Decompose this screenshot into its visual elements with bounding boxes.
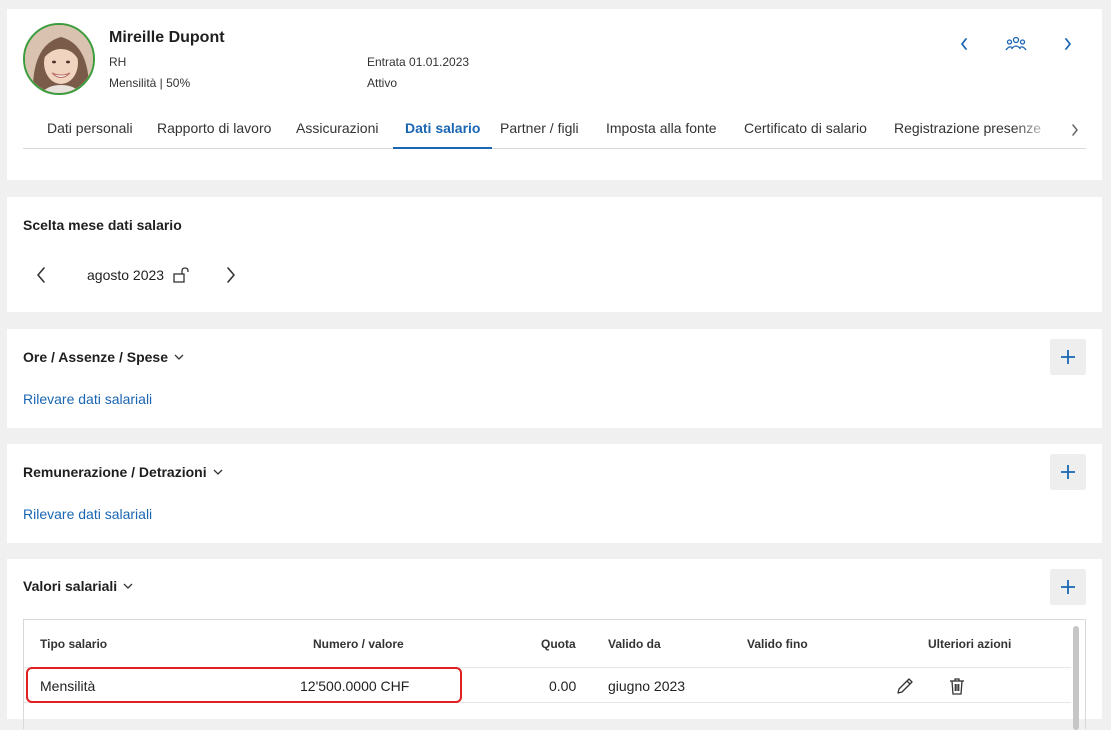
edit-row-button[interactable] (895, 676, 915, 696)
month-selection-section: Scelta mese dati salario agosto 2023 (7, 197, 1102, 312)
previous-employee-button[interactable] (953, 33, 975, 55)
tab-assicurazioni[interactable]: Assicurazioni (296, 114, 378, 149)
employee-name: Mireille Dupont (109, 29, 225, 46)
plus-icon (1061, 350, 1075, 364)
chevron-left-icon (961, 38, 967, 50)
tabs-scroll-right-button[interactable] (1063, 118, 1087, 142)
tab-bar: Dati personali Rapporto di lavoro Assicu… (23, 114, 1086, 149)
column-header-quota: Quota (541, 637, 576, 651)
avatar (23, 23, 95, 95)
chevron-down-icon (213, 469, 223, 475)
team-icon (1005, 36, 1027, 51)
next-month-button[interactable] (221, 263, 241, 287)
section-title: Remunerazione / Detrazioni (23, 464, 207, 480)
record-salary-data-link[interactable]: Rilevare dati salariali (23, 391, 152, 407)
salary-values-table: Tipo salario Numero / valore Quota Valid… (23, 619, 1086, 730)
employee-status: Attivo (367, 76, 398, 90)
chevron-right-icon (1065, 38, 1071, 50)
cell-quota: 0.00 (549, 678, 577, 694)
salary-values-section: Valori salariali Tipo salario Numero / v… (7, 559, 1102, 730)
selected-month: agosto 2023 (87, 267, 165, 283)
tab-partner-figli[interactable]: Partner / figli (500, 114, 579, 149)
employee-contract: Mensilità | 50% (109, 76, 191, 90)
previous-month-button[interactable] (31, 263, 51, 287)
chevron-left-icon (37, 267, 45, 283)
plus-icon (1061, 580, 1075, 594)
chevron-down-icon (123, 583, 133, 589)
tab-rapporto-di-lavoro[interactable]: Rapporto di lavoro (157, 114, 271, 149)
tabs-fade (1013, 114, 1063, 147)
section-toggle[interactable]: Ore / Assenze / Spese (23, 349, 184, 365)
column-header-actions: Ulteriori azioni (928, 637, 1012, 651)
add-button[interactable] (1050, 339, 1086, 375)
table-scrollbar[interactable] (1073, 626, 1079, 730)
employee-header: Mireille Dupont RH Mensilità | 50% Entra… (7, 9, 1102, 180)
delete-row-button[interactable] (947, 676, 967, 696)
employee-department: RH (109, 55, 127, 69)
employee-list-button[interactable] (1005, 33, 1027, 55)
section-toggle[interactable]: Remunerazione / Detrazioni (23, 464, 223, 480)
hours-absences-section: Ore / Assenze / Spese Rilevare dati sala… (7, 329, 1102, 428)
tab-imposta-alla-fonte[interactable]: Imposta alla fonte (606, 114, 717, 149)
next-employee-button[interactable] (1057, 33, 1079, 55)
section-title: Scelta mese dati salario (23, 217, 182, 233)
column-header-value: Numero / valore (313, 637, 404, 651)
section-title: Ore / Assenze / Spese (23, 349, 168, 365)
column-header-valid-from: Valido da (608, 637, 661, 651)
plus-icon (1061, 465, 1075, 479)
chevron-down-icon (174, 354, 184, 360)
highlight-box (26, 667, 462, 703)
tab-certificato-di-salario[interactable]: Certificato di salario (744, 114, 867, 149)
pencil-icon (897, 678, 913, 694)
avatar-photo (25, 25, 93, 93)
cell-valid-from: giugno 2023 (608, 678, 686, 694)
chevron-right-icon (1072, 124, 1078, 136)
trash-icon (950, 678, 964, 695)
employee-entry-date: Entrata 01.01.2023 (367, 55, 470, 69)
section-title: Valori salariali (23, 578, 118, 594)
chevron-right-icon (227, 267, 235, 283)
column-header-type: Tipo salario (40, 637, 108, 651)
add-button[interactable] (1050, 454, 1086, 490)
record-salary-data-link[interactable]: Rilevare dati salariali (23, 506, 152, 522)
tab-dati-personali[interactable]: Dati personali (47, 114, 133, 149)
remuneration-deductions-section: Remunerazione / Detrazioni Rilevare dati… (7, 444, 1102, 543)
unlock-month-button[interactable] (172, 266, 190, 284)
tab-dati-salario[interactable]: Dati salario (393, 114, 493, 149)
add-button[interactable] (1050, 569, 1086, 605)
column-header-valid-to: Valido fino (747, 637, 808, 651)
section-toggle[interactable]: Valori salariali (23, 578, 133, 594)
unlock-icon (173, 267, 189, 283)
